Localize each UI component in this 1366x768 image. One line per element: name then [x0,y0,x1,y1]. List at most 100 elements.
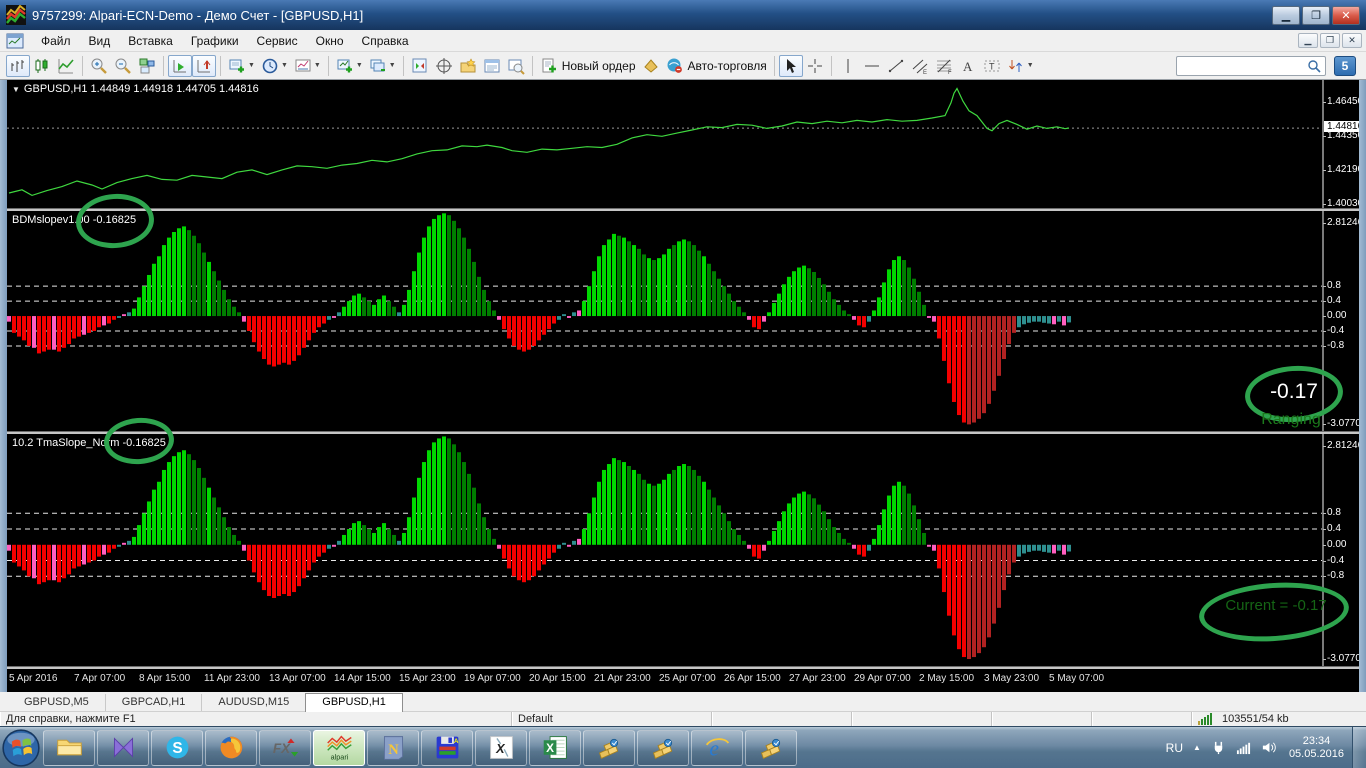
symbol-dropdown-icon[interactable]: ▼ [12,85,20,94]
mdi-restore-button[interactable]: ❐ [1320,33,1340,48]
tmaslope-indicator-pane[interactable]: 10.2 TmaSlope_Norm -0.16825 2.812460.80.… [7,434,1359,666]
templates-icon[interactable]: ▼ [291,55,324,77]
network-icon[interactable] [1236,740,1251,755]
show-hidden-icons[interactable]: ▲ [1193,743,1201,752]
bdmslope-axis[interactable]: 2.812460.80.40.00-0.4-0.8-3.07705 [1323,211,1359,431]
tab-gbpusd-h1[interactable]: GBPUSD,H1 [305,693,403,712]
time-tick-label: 13 Apr 07:00 [269,673,326,684]
menu-insert[interactable]: Вставка [119,32,182,50]
volume-icon[interactable] [1261,740,1276,755]
menu-help[interactable]: Справка [353,32,418,50]
bdmslope-indicator-pane[interactable]: BDMslopev1.00 -0.16825 2.812460.80.40.00… [7,211,1359,431]
periods-icon[interactable]: ▼ [258,55,291,77]
mdi-minimize-button[interactable]: ▁ [1298,33,1318,48]
zoom-out-icon[interactable] [111,55,135,77]
fibonacci-icon[interactable]: F [932,55,956,77]
traffic-counter: 103551/54 kb [1222,713,1289,725]
taskbar-akelpad[interactable]: A [421,730,473,766]
cursor-icon[interactable] [779,55,803,77]
text-icon[interactable]: A [956,55,980,77]
taskbar-firefox[interactable] [205,730,257,766]
mdi-close-button[interactable]: ✕ [1342,33,1362,48]
status-profile[interactable]: Default [511,712,711,726]
market-watch-icon[interactable] [408,55,432,77]
taskbar-skype[interactable]: S [151,730,203,766]
taskbar-notepad[interactable]: N [367,730,419,766]
taskbar-explorer[interactable] [43,730,95,766]
search-input[interactable] [1181,59,1307,73]
start-button[interactable] [0,728,42,768]
tile-windows-icon[interactable] [135,55,159,77]
time-axis[interactable]: 5 Apr 20167 Apr 07:008 Apr 15:0011 Apr 2… [7,669,1359,692]
taskbar-kmplayer[interactable] [97,730,149,766]
chart-windows-icon[interactable]: ▼ [366,55,399,77]
tmaslope-axis[interactable]: 2.812460.80.40.00-0.4-0.8-3.07705 [1323,434,1359,666]
time-tick-label: 3 May 23:00 [984,673,1039,684]
show-desktop-button[interactable] [1352,727,1366,768]
new-chart-icon[interactable]: ▼ [225,55,258,77]
tab-gbpcad-h1[interactable]: GBPCAD,H1 [105,694,202,711]
chart-shift-icon[interactable] [192,55,216,77]
vertical-line-icon[interactable] [836,55,860,77]
svg-text:F: F [948,70,952,75]
maximize-button[interactable]: ❐ [1302,6,1330,25]
line-chart-icon[interactable] [54,55,78,77]
taskbar-metatrader-1[interactable] [583,730,635,766]
chart-area[interactable]: ▼GBPUSD,H1 1.44849 1.44918 1.44705 1.448… [0,80,1366,692]
price-tick-label: 1.46450 [1327,96,1363,107]
horizontal-line-icon[interactable] [860,55,884,77]
taskbar-metatrader-3[interactable] [745,730,797,766]
auto-trading-button[interactable]: Авто-торговля [663,55,770,77]
menu-view[interactable]: Вид [80,32,120,50]
search-box[interactable] [1176,56,1326,76]
auto-scroll-icon[interactable] [168,55,192,77]
indicators-icon[interactable]: ▼ [333,55,366,77]
terminal-icon[interactable] [480,55,504,77]
taskbar-excel[interactable]: X [529,730,581,766]
svg-text:T: T [989,61,995,71]
menu-file[interactable]: Файл [32,32,80,50]
title-bar[interactable]: 9757299: Alpari-ECN-Demo - Демо Счет - [… [0,0,1366,30]
language-indicator[interactable]: RU [1166,741,1183,755]
taskbar-internet-explorer[interactable]: e [691,730,743,766]
menu-charts[interactable]: Графики [182,32,248,50]
taskbar-alpari-mt4[interactable]: alpari [313,730,365,766]
taskbar-metatrader-2[interactable] [637,730,689,766]
trendline-icon[interactable] [884,55,908,77]
equidistant-channel-icon[interactable]: E [908,55,932,77]
candlestick-chart-icon[interactable] [30,55,54,77]
menu-service[interactable]: Сервис [248,32,307,50]
taskbar-clock[interactable]: 23:34 05.05.2016 [1289,735,1344,761]
price-axis[interactable]: 1.464501.443501.421901.400301.44816 [1323,80,1359,208]
new-order-button[interactable]: Новый ордер [537,55,639,77]
strategy-tester-icon[interactable] [504,55,528,77]
price-chart-pane[interactable]: ▼GBPUSD,H1 1.44849 1.44918 1.44705 1.448… [7,80,1359,208]
search-icon [1307,59,1321,73]
minimize-button[interactable]: ▁ [1272,6,1300,25]
expert-advisors-icon[interactable] [639,55,663,77]
bar-chart-icon[interactable] [6,55,30,77]
text-label-icon[interactable]: T [980,55,1004,77]
app-icon [6,5,26,25]
close-button[interactable]: ✕ [1332,6,1360,25]
tab-audusd-m15[interactable]: AUDUSD,M15 [201,694,305,711]
tab-gbpusd-m5[interactable]: GBPUSD,M5 [8,694,105,711]
power-icon[interactable] [1211,740,1226,755]
toolbar-separator [220,56,221,76]
data-window-icon[interactable] [432,55,456,77]
menu-window[interactable]: Окно [307,32,353,50]
zoom-in-icon[interactable] [87,55,111,77]
time-tick-label: 15 Apr 23:00 [399,673,456,684]
current-price-box: 1.44816 [1324,121,1359,132]
mql5-community-icon[interactable]: 5 [1334,56,1356,76]
arrow-objects-icon[interactable]: ▼ [1004,55,1037,77]
taskbar-x-app[interactable]: X [475,730,527,766]
time-tick-label: 26 Apr 15:00 [724,673,781,684]
menu-items: ФайлВидВставкаГрафикиСервисОкноСправка [32,32,418,50]
taskbar-forex-app[interactable]: FX [259,730,311,766]
indicator-tick-label: 2.81246 [1327,440,1363,451]
crosshair-icon[interactable] [803,55,827,77]
time-tick-label: 8 Apr 15:00 [139,673,190,684]
clock-date: 05.05.2016 [1289,748,1344,761]
navigator-icon[interactable] [456,55,480,77]
